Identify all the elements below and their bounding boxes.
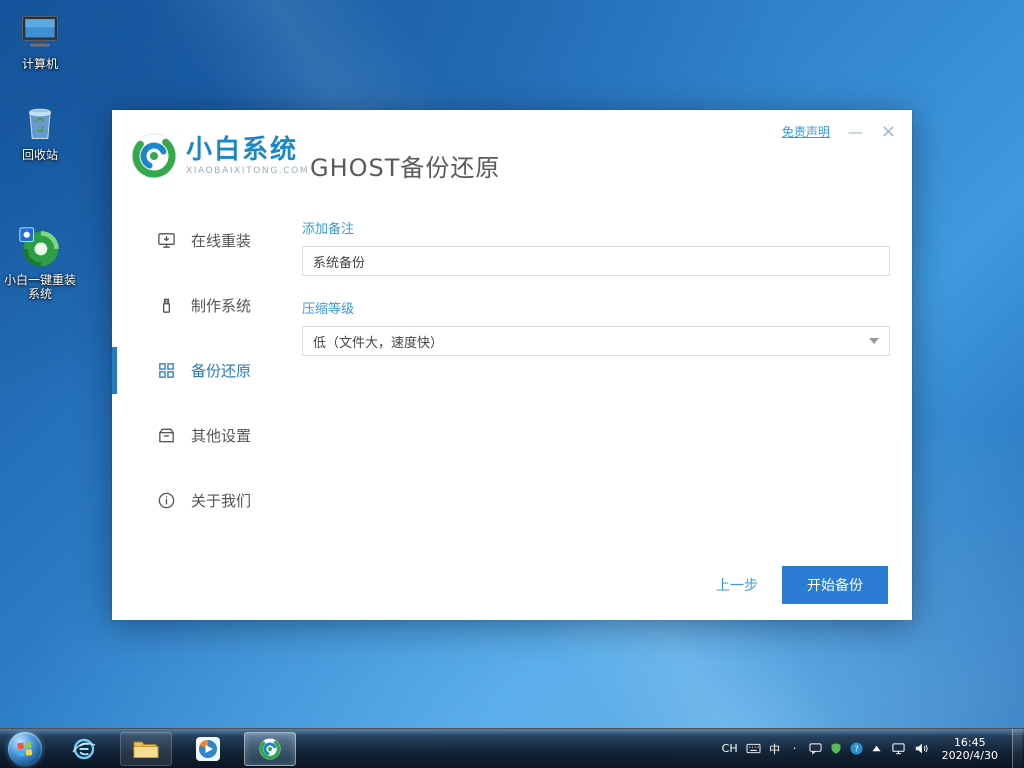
clock-time: 16:45	[953, 735, 986, 749]
windows-flag-icon	[17, 741, 33, 756]
window-footer: 上一步 开始备份	[716, 566, 888, 604]
tray-punctuation-indicator[interactable]: ·	[789, 742, 801, 755]
taskbar-media-player-button[interactable]	[182, 732, 234, 766]
help-icon[interactable]: ?	[850, 742, 863, 755]
usb-drive-icon	[162, 298, 171, 313]
sidebar-item-make-system[interactable]: 制作系统	[112, 273, 302, 338]
close-button[interactable]: ×	[881, 122, 896, 140]
xiaobai-taskbar-icon	[259, 738, 281, 759]
minimize-button[interactable]: —	[848, 124, 863, 139]
note-input[interactable]	[302, 246, 890, 276]
keyboard-icon[interactable]	[746, 742, 761, 755]
media-player-icon	[196, 736, 220, 761]
xiaobai-app-icon	[19, 227, 59, 267]
svg-text:?: ?	[854, 743, 858, 753]
disclaimer-link[interactable]: 免责声明	[782, 123, 830, 140]
sidebar-item-label: 在线重装	[191, 232, 252, 250]
desktop-icon-label: 小白一键重装系统	[3, 273, 76, 301]
system-tray: CH 中 · ? 16:45 2020/4/30	[722, 729, 1024, 768]
recycle-bin-icon	[29, 108, 51, 140]
sidebar-item-label: 备份还原	[191, 362, 252, 380]
start-button[interactable]	[8, 731, 42, 766]
monitor-download-icon	[158, 233, 175, 248]
info-icon	[158, 492, 175, 509]
taskbar-explorer-button[interactable]	[120, 731, 172, 766]
back-button[interactable]: 上一步	[716, 575, 758, 595]
sidebar-item-other-settings[interactable]: 其他设置	[112, 403, 302, 468]
xiaobai-window: 免责声明 — × 小白系统 XIAOBAIXITONG.COM GHOST备份还…	[112, 110, 912, 620]
sidebar: 在线重装 制作系统 备份还原 其他设置 关于我们	[112, 208, 302, 533]
brand-logo-block: 小白系统 XIAOBAIXITONG.COM	[130, 132, 309, 180]
sidebar-item-label: 其他设置	[191, 427, 252, 445]
sidebar-item-online-reinstall[interactable]: 在线重装	[112, 208, 302, 273]
desktop-icon-computer[interactable]: 计算机	[1, 10, 79, 71]
taskbar-xiaobai-button[interactable]	[244, 731, 296, 766]
taskbar-ie-button[interactable]	[58, 732, 110, 766]
page-title: GHOST备份还原	[310, 154, 501, 182]
security-shield-icon[interactable]	[830, 742, 842, 755]
internet-explorer-icon	[72, 738, 96, 759]
xiaobai-logo-icon	[131, 133, 177, 179]
network-icon[interactable]	[891, 742, 906, 755]
box-icon	[159, 428, 174, 443]
volume-icon[interactable]	[914, 742, 928, 755]
sidebar-item-backup-restore[interactable]: 备份还原	[112, 338, 302, 403]
tray-ime-indicator[interactable]: 中	[769, 741, 781, 757]
note-label[interactable]: 添加备注	[302, 218, 890, 237]
sidebar-item-label: 关于我们	[191, 492, 252, 510]
desktop-icon-label: 计算机	[21, 57, 58, 71]
taskbar-clock[interactable]: 16:45 2020/4/30	[936, 736, 1004, 762]
desktop-icon-label: 回收站	[21, 148, 58, 162]
backup-grid-icon	[159, 363, 174, 378]
taskbar-app-icons	[58, 731, 296, 766]
compress-select[interactable]: 低（文件大，速度快）	[302, 326, 890, 356]
desktop-icon-recycle-bin[interactable]: 回收站	[1, 101, 79, 162]
computer-icon	[22, 15, 58, 47]
compress-selected-value: 低（文件大，速度快）	[313, 335, 444, 351]
clock-date: 2020/4/30	[941, 748, 998, 762]
brand-domain: XIAOBAIXITONG.COM	[186, 166, 310, 176]
sidebar-item-label: 制作系统	[191, 297, 252, 315]
brand-name: 小白系统	[186, 135, 299, 165]
backup-form: 添加备注 压缩等级 低（文件大，速度快）	[302, 218, 890, 356]
message-bubble-icon[interactable]	[809, 742, 822, 755]
taskbar: CH 中 · ? 16:45 2020/4/30	[0, 728, 1024, 768]
compress-label[interactable]: 压缩等级	[302, 298, 890, 317]
brand-text: 小白系统 XIAOBAIXITONG.COM	[186, 136, 309, 176]
chevron-down-icon	[869, 338, 879, 344]
folder-icon	[133, 741, 159, 758]
desktop-icon-xiaobai-reinstall[interactable]: 小白一键重装系统	[1, 226, 79, 301]
hidden-icons-caret-icon[interactable]	[871, 744, 883, 753]
titlebar-controls: 免责声明 — ×	[782, 122, 896, 140]
show-desktop-button[interactable]	[1012, 729, 1022, 768]
sidebar-item-about-us[interactable]: 关于我们	[112, 468, 302, 533]
tray-language-indicator[interactable]: CH	[722, 742, 738, 755]
start-backup-button[interactable]: 开始备份	[782, 566, 888, 604]
